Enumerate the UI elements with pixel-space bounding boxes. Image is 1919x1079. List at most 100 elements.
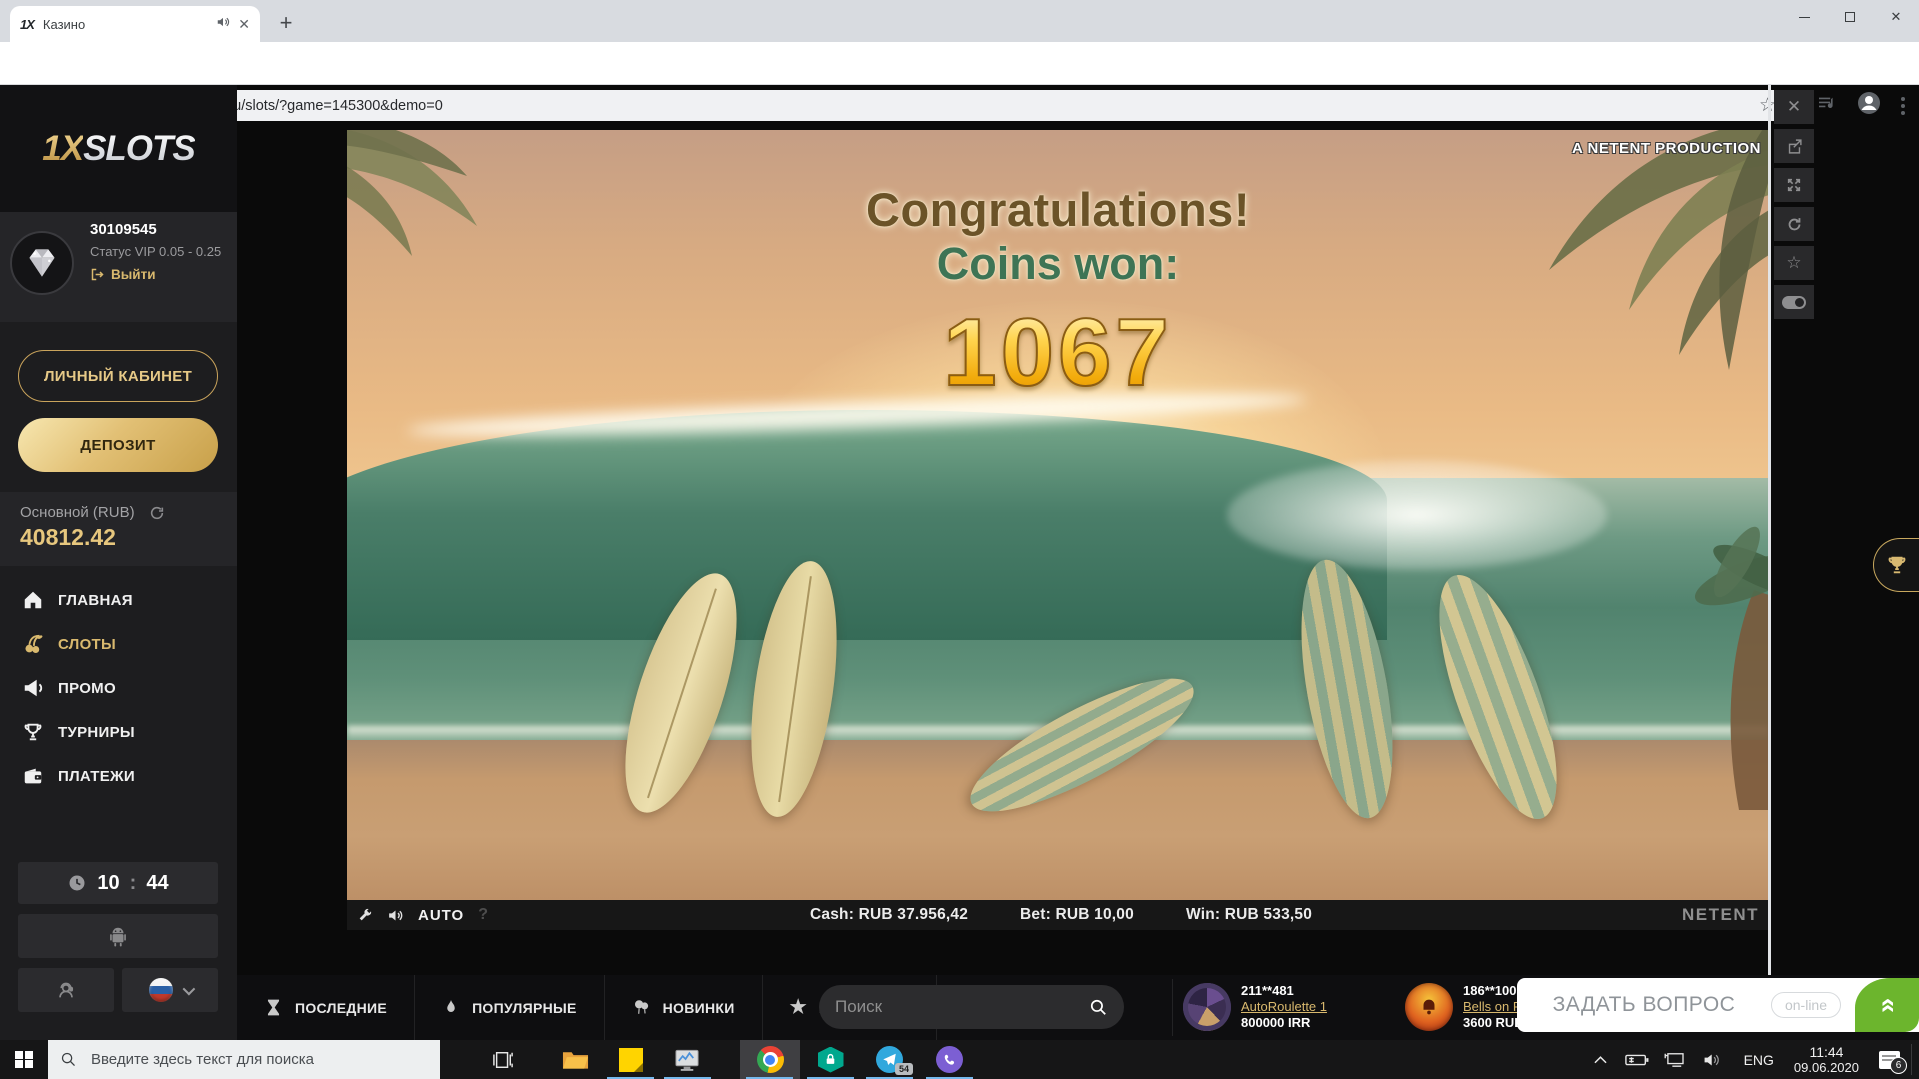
- telegram-button[interactable]: 54: [862, 1040, 917, 1079]
- sidebar-item-tournaments[interactable]: ТУРНИРЫ: [0, 710, 237, 754]
- browser-tab[interactable]: 1X Казино ✕: [10, 6, 260, 42]
- logo-block[interactable]: 1XSLOTS: [0, 85, 237, 212]
- chat-label: ЗАДАТЬ ВОПРОС: [1517, 993, 1771, 1017]
- profile-avatar-icon[interactable]: [1857, 91, 1881, 120]
- deposit-button[interactable]: ДЕПОЗИТ: [18, 418, 218, 472]
- game-search[interactable]: [819, 985, 1124, 1029]
- taskbar-search-input[interactable]: [91, 1051, 428, 1068]
- winner-ticker-item[interactable]: 186**1007 Bells on Fi 3600 RUB: [1405, 983, 1524, 1031]
- winner-ticker-item[interactable]: 211**481 AutoRoulette 1 800000 IRR: [1183, 983, 1327, 1031]
- start-button[interactable]: [0, 1040, 48, 1079]
- chrome-button[interactable]: [740, 1040, 800, 1079]
- language-selector[interactable]: [122, 968, 218, 1012]
- show-desktop-divider[interactable]: [1911, 1044, 1912, 1075]
- browser-menu-icon[interactable]: [1901, 97, 1905, 115]
- chevron-down-icon: [182, 982, 195, 995]
- url-text[interactable]: 1xslot.com/ru/slots/?game=145300&demo=0: [155, 98, 1759, 114]
- windows-logo-icon: [15, 1051, 33, 1069]
- file-explorer-button[interactable]: [548, 1040, 603, 1079]
- tab-audio-icon[interactable]: [216, 15, 230, 34]
- viber-button[interactable]: [922, 1040, 977, 1079]
- share-button[interactable]: [1774, 129, 1814, 163]
- trophy-icon: [22, 721, 44, 743]
- home-icon: [22, 589, 44, 611]
- balance-label: Основной (RUB): [20, 504, 135, 521]
- android-app-button[interactable]: [18, 914, 218, 958]
- sticky-notes-button[interactable]: [603, 1040, 658, 1079]
- media-control-icon[interactable]: [1817, 96, 1837, 116]
- task-view-icon: [492, 1050, 514, 1070]
- close-game-button[interactable]: ✕: [1774, 90, 1814, 124]
- support-button[interactable]: [18, 968, 114, 1012]
- chrome-icon: [757, 1046, 784, 1073]
- volume-status-icon[interactable]: [1694, 1052, 1732, 1068]
- sidebar-item-slots[interactable]: СЛОТЫ: [0, 622, 237, 666]
- chat-open-button[interactable]: »: [1855, 978, 1919, 1032]
- reload-game-button[interactable]: [1774, 207, 1814, 241]
- window-close-button[interactable]: ✕: [1873, 0, 1919, 34]
- sidebar-item-home[interactable]: ГЛАВНАЯ: [0, 578, 237, 622]
- taskbar-search[interactable]: [48, 1040, 440, 1079]
- speaker-icon: [1703, 1052, 1722, 1068]
- search-icon[interactable]: [1089, 998, 1108, 1017]
- diamond-icon: [21, 242, 63, 284]
- avatar[interactable]: [10, 231, 74, 295]
- task-view-button[interactable]: [475, 1040, 530, 1079]
- divider: [1172, 979, 1173, 1036]
- tab-popular[interactable]: ПОПУЛЯРНЫЕ: [415, 975, 605, 1040]
- logout-link[interactable]: Выйти: [90, 267, 222, 282]
- coins-won-label: Coins won:: [347, 238, 1769, 290]
- kaspersky-button[interactable]: [803, 1040, 858, 1079]
- tab-close-icon[interactable]: ✕: [238, 16, 250, 33]
- winner-game-link[interactable]: Bells on Fi: [1463, 999, 1524, 1015]
- chat-online-badge: on-line: [1771, 992, 1841, 1018]
- chevron-up-icon: »: [1874, 997, 1901, 1012]
- fullscreen-button[interactable]: [1774, 168, 1814, 202]
- cherries-icon: [22, 633, 44, 655]
- refresh-balance-icon[interactable]: [149, 505, 165, 521]
- sidebar-item-payments[interactable]: ПЛАТЕЖИ: [0, 754, 237, 798]
- mode-toggle[interactable]: [1774, 285, 1814, 319]
- tournament-flyout-tab[interactable]: [1873, 538, 1919, 592]
- game-search-input[interactable]: [835, 997, 1089, 1017]
- support-agent-icon: [55, 979, 77, 1001]
- tab-recent[interactable]: ПОСЛЕДНИЕ: [237, 975, 415, 1040]
- url-omnibox[interactable]: 1xslot.com/ru/slots/?game=145300&demo=0 …: [118, 90, 1790, 121]
- viber-icon: [936, 1046, 963, 1073]
- system-monitor-button[interactable]: [660, 1040, 715, 1079]
- settings-wrench-icon[interactable]: [357, 907, 373, 923]
- clock-date[interactable]: 11:44 09.06.2020: [1786, 1044, 1867, 1076]
- game-scrollbar[interactable]: [1768, 85, 1771, 975]
- favorite-game-button[interactable]: ☆: [1774, 246, 1814, 280]
- russian-flag-icon: [149, 978, 173, 1002]
- window-maximize-button[interactable]: [1827, 0, 1873, 34]
- network-status-icon[interactable]: [1656, 1052, 1694, 1068]
- winner-game-link[interactable]: AutoRoulette 1: [1241, 999, 1327, 1015]
- action-center-button[interactable]: 6: [1867, 1040, 1911, 1079]
- chat-widget[interactable]: ЗАДАТЬ ВОПРОС on-line »: [1517, 978, 1919, 1032]
- fullscreen-icon: [1786, 177, 1802, 193]
- tab-new[interactable]: НОВИНКИ: [605, 975, 763, 1040]
- account-status: Статус VIP 0.05 - 0.25: [90, 243, 222, 261]
- netent-logo: NETENT: [1682, 900, 1759, 930]
- winner-id: 211**481: [1241, 983, 1327, 999]
- account-id: 30109545: [90, 221, 222, 238]
- site-favicon-icon: 1X: [20, 17, 34, 32]
- personal-cabinet-button[interactable]: ЛИЧНЫЙ КАБИНЕТ: [18, 350, 218, 402]
- tray-expand-button[interactable]: [1584, 1056, 1618, 1064]
- coins-won-amount: 1067: [347, 298, 1769, 408]
- slot-game-frame: A NETENT PRODUCTION Congratulations! Coi…: [347, 130, 1769, 930]
- window-minimize-button[interactable]: [1781, 0, 1827, 34]
- cash-stat: Cash: RUB 37.956,42: [810, 900, 968, 930]
- telegram-unread-badge: 54: [895, 1063, 913, 1075]
- sound-icon[interactable]: [387, 907, 404, 924]
- winner-id: 186**1007: [1463, 983, 1524, 999]
- battery-status-icon[interactable]: [1618, 1053, 1656, 1067]
- new-tab-button[interactable]: +: [272, 9, 300, 37]
- sidebar-item-promo[interactable]: ПРОМО: [0, 666, 237, 710]
- autoplay-button[interactable]: AUTO: [418, 907, 464, 924]
- share-icon: [1786, 138, 1803, 155]
- language-indicator[interactable]: ENG: [1732, 1052, 1786, 1068]
- lock-icon: [824, 1053, 837, 1066]
- help-button[interactable]: ?: [478, 906, 488, 924]
